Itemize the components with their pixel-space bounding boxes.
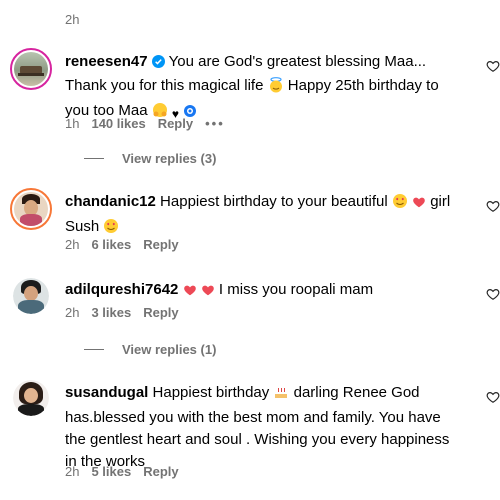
comment-actions: 1h 140 likes Reply ••• bbox=[65, 116, 225, 131]
comment-time: 2h bbox=[65, 12, 80, 27]
divider bbox=[84, 349, 104, 350]
view-replies-label[interactable]: View replies (3) bbox=[122, 151, 216, 166]
red-heart-icon bbox=[201, 282, 215, 304]
comment-time: 2h bbox=[65, 305, 80, 320]
red-heart-icon bbox=[183, 282, 197, 304]
smiling-face-with-halo-icon bbox=[268, 77, 284, 100]
birthday-cake-icon bbox=[273, 384, 289, 407]
likes-count[interactable]: 5 likes bbox=[91, 464, 131, 479]
like-heart-icon[interactable] bbox=[486, 390, 500, 404]
comment-actions: 2h 6 likes Reply bbox=[65, 237, 179, 252]
view-replies-button[interactable]: View replies (1) bbox=[84, 342, 216, 357]
comment-time: 2h bbox=[65, 464, 80, 479]
reply-button[interactable]: Reply bbox=[143, 237, 178, 252]
username[interactable]: adilqureshi7642 bbox=[65, 281, 178, 298]
comment-text: susandugal Happiest birthday darling Ren… bbox=[65, 382, 463, 473]
smiling-face-with-heart-eyes-icon bbox=[392, 193, 408, 216]
reply-button[interactable]: Reply bbox=[143, 305, 178, 320]
likes-count[interactable]: 3 likes bbox=[91, 305, 131, 320]
verified-badge-icon bbox=[151, 53, 165, 75]
reply-button[interactable]: Reply bbox=[158, 116, 193, 131]
comment-text: chandanic12 Happiest birthday to your be… bbox=[65, 191, 460, 241]
likes-count[interactable]: 6 likes bbox=[91, 237, 131, 252]
divider bbox=[84, 158, 104, 159]
avatar[interactable] bbox=[13, 278, 49, 314]
comment-actions: 2h 3 likes Reply bbox=[65, 305, 179, 320]
like-heart-icon[interactable] bbox=[486, 59, 500, 73]
red-heart-icon bbox=[412, 194, 426, 216]
avatar[interactable] bbox=[13, 380, 49, 416]
comment-time: 1h bbox=[65, 116, 80, 131]
avatar[interactable] bbox=[10, 48, 52, 90]
comment-body: Happiest birthday bbox=[152, 384, 270, 401]
username[interactable]: reneesen47 bbox=[65, 53, 148, 70]
comment-body: I miss you roopali mam bbox=[218, 281, 374, 298]
username[interactable]: susandugal bbox=[65, 384, 148, 401]
avatar[interactable] bbox=[10, 188, 52, 230]
comment-text: reneesen47 You are God's greatest blessi… bbox=[65, 51, 460, 125]
view-replies-button[interactable]: View replies (3) bbox=[84, 151, 216, 166]
like-heart-icon[interactable] bbox=[486, 287, 500, 301]
reply-button[interactable]: Reply bbox=[143, 464, 178, 479]
comment-time: 2h bbox=[65, 237, 80, 252]
username[interactable]: chandanic12 bbox=[65, 193, 156, 210]
comment-body: Happiest birthday to your beautiful bbox=[160, 193, 388, 210]
like-heart-icon[interactable] bbox=[486, 199, 500, 213]
likes-count[interactable]: 140 likes bbox=[91, 116, 145, 131]
comment-actions: 2h 5 likes Reply bbox=[65, 464, 179, 479]
view-replies-label[interactable]: View replies (1) bbox=[122, 342, 216, 357]
comment-text: adilqureshi7642 I miss you roopali mam bbox=[65, 279, 460, 304]
more-options-button[interactable]: ••• bbox=[205, 116, 225, 131]
